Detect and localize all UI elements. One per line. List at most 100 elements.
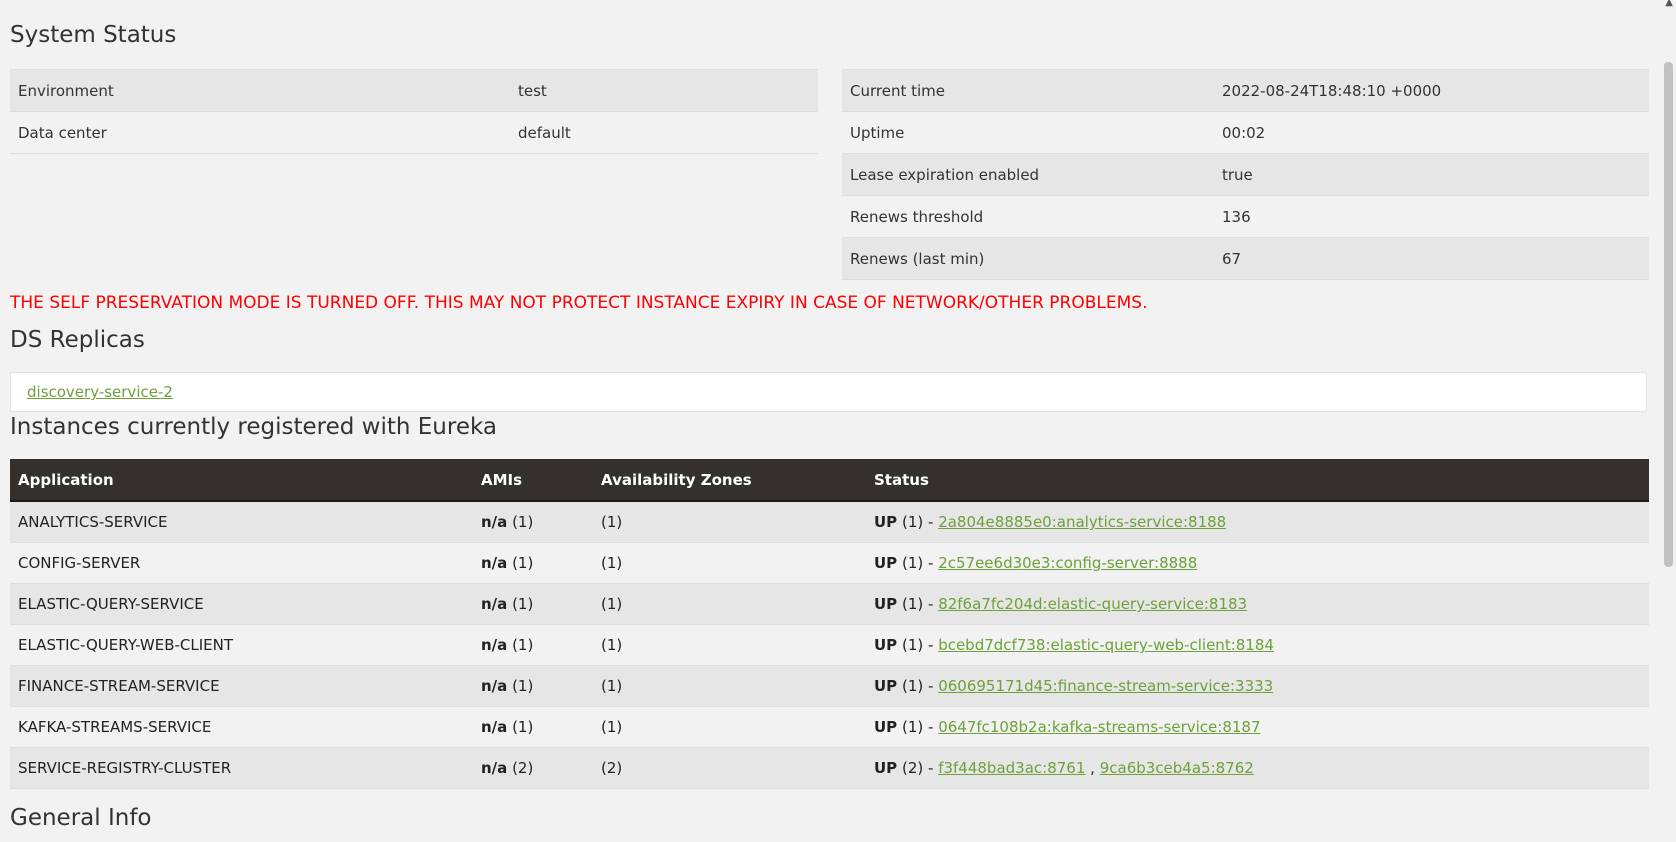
data-center-label: Data center [10,111,510,154]
status-value: UP [874,718,898,736]
scroll-up-arrow-icon[interactable]: ▲ [1665,0,1673,8]
status-value: UP [874,595,898,613]
zones-cell: (2) [593,747,866,789]
table-row: Uptime 00:02 [842,111,1649,154]
status-count: (1) - [901,636,934,654]
status-cell: UP (1) - 82f6a7fc204d:elastic-query-serv… [866,583,1649,625]
zones-cell: (1) [593,542,866,584]
table-row: FINANCE-STREAM-SERVICE n/a (1) (1) UP (1… [10,665,1649,707]
status-cell: UP (1) - 0647fc108b2a:kafka-streams-serv… [866,706,1649,748]
system-status-right-table: Current time 2022-08-24T18:48:10 +0000 U… [842,69,1649,280]
table-row: Environment test [10,69,818,112]
zones-cell: (1) [593,624,866,666]
ami-count: (1) [512,636,534,654]
status-count: (1) - [901,595,934,613]
table-row: ELASTIC-QUERY-WEB-CLIENT n/a (1) (1) UP … [10,624,1649,666]
zones-cell: (1) [593,500,866,543]
column-header-application: Application [10,459,473,502]
status-value: UP [874,636,898,654]
table-row: KAFKA-STREAMS-SERVICE n/a (1) (1) UP (1)… [10,706,1649,748]
ami-count: (1) [512,595,534,613]
instance-link[interactable]: bcebd7dcf738:elastic-query-web-client:81… [938,636,1274,654]
ami-cell: n/a (1) [473,624,593,666]
table-row: Renews threshold 136 [842,195,1649,238]
ami-value: n/a [481,554,508,572]
table-row: CONFIG-SERVER n/a (1) (1) UP (1) - 2c57e… [10,542,1649,584]
instance-link[interactable]: 82f6a7fc204d:elastic-query-service:8183 [938,595,1247,613]
instances-table: Application AMIs Availability Zones Stat… [10,459,1649,789]
ami-count: (1) [512,677,534,695]
renews-last-min-label: Renews (last min) [842,237,1214,280]
ami-cell: n/a (1) [473,665,593,707]
column-header-status: Status [866,459,1649,502]
table-row: ELASTIC-QUERY-SERVICE n/a (1) (1) UP (1)… [10,583,1649,625]
table-row: ANALYTICS-SERVICE n/a (1) (1) UP (1) - 2… [10,500,1649,543]
application-name: KAFKA-STREAMS-SERVICE [10,706,473,748]
renews-last-min-value: 67 [1214,237,1649,280]
application-name: CONFIG-SERVER [10,542,473,584]
table-row: Renews (last min) 67 [842,237,1649,280]
scrollbar-thumb[interactable] [1664,62,1673,567]
ami-value: n/a [481,677,508,695]
ami-count: (1) [512,554,534,572]
table-row: Current time 2022-08-24T18:48:10 +0000 [842,69,1649,112]
renews-threshold-label: Renews threshold [842,195,1214,238]
zones-cell: (1) [593,583,866,625]
general-info-heading: General Info [10,805,152,831]
instance-link[interactable]: 060695171d45:finance-stream-service:3333 [938,677,1273,695]
instance-link[interactable]: 0647fc108b2a:kafka-streams-service:8187 [938,718,1260,736]
ami-value: n/a [481,718,508,736]
column-header-amis: AMIs [473,459,593,502]
application-name: FINANCE-STREAM-SERVICE [10,665,473,707]
application-name: ELASTIC-QUERY-WEB-CLIENT [10,624,473,666]
ami-count: (1) [512,718,534,736]
lease-expiration-label: Lease expiration enabled [842,153,1214,196]
ami-cell: n/a (1) [473,542,593,584]
ami-value: n/a [481,595,508,613]
environment-label: Environment [10,69,510,112]
instance-link[interactable]: f3f448bad3ac:8761 [938,759,1085,777]
table-row: Lease expiration enabled true [842,153,1649,196]
status-cell: UP (2) - f3f448bad3ac:8761 , 9ca6b3ceb4a… [866,747,1649,789]
status-value: UP [874,677,898,695]
ds-replicas-list: discovery-service-2 [10,372,1647,412]
zones-cell: (1) [593,706,866,748]
status-count: (1) - [901,513,934,531]
table-row: SERVICE-REGISTRY-CLUSTER n/a (2) (2) UP … [10,747,1649,789]
status-cell: UP (1) - 2c57ee6d30e3:config-server:8888 [866,542,1649,584]
ami-count: (2) [512,759,534,777]
instance-link[interactable]: 2c57ee6d30e3:config-server:8888 [938,554,1197,572]
current-time-label: Current time [842,69,1214,112]
uptime-label: Uptime [842,111,1214,154]
status-cell: UP (1) - 2a804e8885e0:analytics-service:… [866,500,1649,543]
instance-link[interactable]: 9ca6b3ceb4a5:8762 [1100,759,1254,777]
application-name: ANALYTICS-SERVICE [10,500,473,543]
table-row: Data center default [10,111,818,154]
column-header-availability-zones: Availability Zones [593,459,866,502]
status-cell: UP (1) - 060695171d45:finance-stream-ser… [866,665,1649,707]
status-count: (2) - [901,759,934,777]
status-value: UP [874,759,898,777]
environment-value: test [510,69,818,112]
link-separator: , [1090,759,1095,777]
system-status-heading: System Status [10,22,177,48]
uptime-value: 00:02 [1214,111,1649,154]
status-count: (1) - [901,554,934,572]
status-cell: UP (1) - bcebd7dcf738:elastic-query-web-… [866,624,1649,666]
status-count: (1) - [901,677,934,695]
eureka-dashboard: System Status Environment test Data cent… [0,0,1676,842]
replica-link[interactable]: discovery-service-2 [27,383,173,401]
self-preservation-warning: THE SELF PRESERVATION MODE IS TURNED OFF… [10,293,1148,313]
renews-threshold-value: 136 [1214,195,1649,238]
ds-replicas-heading: DS Replicas [10,327,145,353]
data-center-value: default [510,111,818,154]
ami-value: n/a [481,513,508,531]
current-time-value: 2022-08-24T18:48:10 +0000 [1214,69,1649,112]
instance-link[interactable]: 2a804e8885e0:analytics-service:8188 [938,513,1226,531]
system-status-left-table: Environment test Data center default [10,69,818,154]
ami-count: (1) [512,513,534,531]
table-header-row: Application AMIs Availability Zones Stat… [10,459,1649,502]
ami-value: n/a [481,759,508,777]
vertical-scrollbar[interactable]: ▲ [1661,0,1676,842]
status-value: UP [874,554,898,572]
